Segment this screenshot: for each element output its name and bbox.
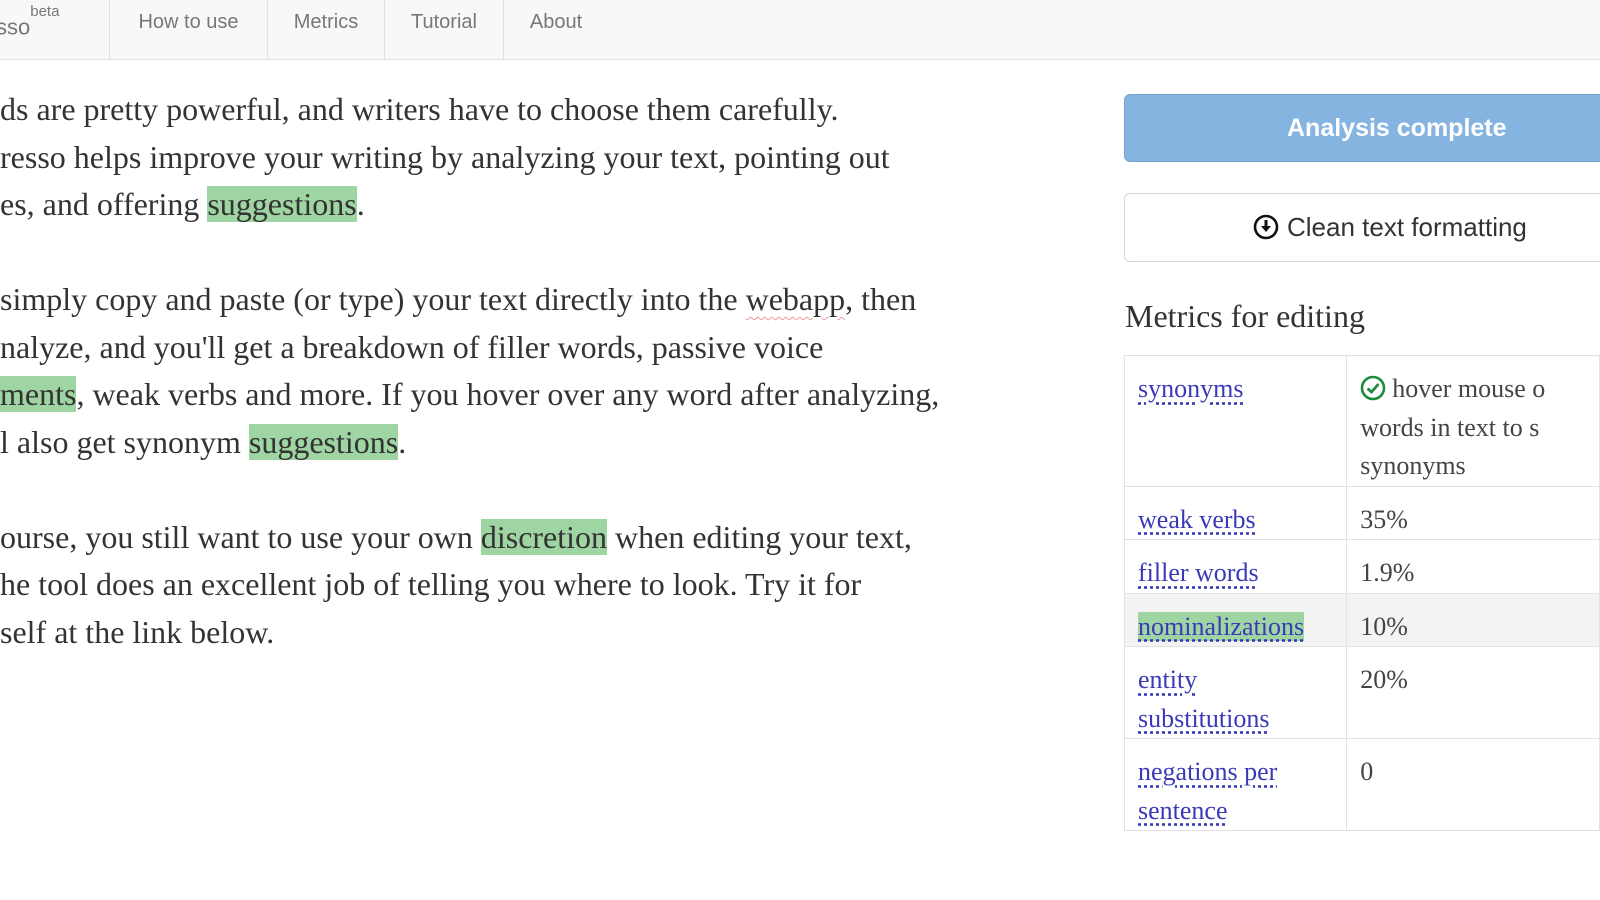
metrics-heading: Metrics for editing: [1125, 298, 1365, 334]
text-segment: when editing your text,: [607, 518, 912, 555]
metric-value: 1.9%: [1360, 558, 1415, 587]
editor-line: ds are pretty powerful, and writers have…: [0, 86, 1090, 134]
text-segment: , weak verbs and more. If you hover over…: [76, 376, 940, 412]
misspelled-word[interactable]: webapp: [746, 281, 846, 317]
check-circle-icon: [1360, 375, 1386, 401]
text-segment: ds are pretty powerful, and writers have…: [0, 91, 839, 127]
metric-link[interactable]: synonyms: [1138, 374, 1243, 403]
text-segment: simply copy and paste (or type) your tex…: [0, 281, 746, 317]
metric-row: nominalizations 10%: [1123, 592, 1600, 647]
text-segment: he tool does an excellent job of telling…: [0, 566, 862, 602]
brand-logo[interactable]: ssobeta: [0, 0, 110, 60]
editor-paragraph: simply copy and paste (or type) your tex…: [0, 276, 1090, 466]
nav-about[interactable]: About: [504, 0, 608, 60]
text-segment: l also get synonym: [0, 423, 249, 460]
metric-value-cell: 20%: [1346, 646, 1600, 739]
editor-line: nalyze, and you'll get a breakdown of fi…: [0, 324, 1090, 372]
editor-line: es, and offering suggestions.: [0, 181, 1090, 229]
analysis-complete-button[interactable]: Analysis complete: [1124, 94, 1600, 162]
editor-line: ments, weak verbs and more. If you hover…: [0, 371, 1090, 419]
text-segment: es, and offering: [0, 186, 208, 222]
top-navbar: ssobeta How to use Metrics Tutorial Abou…: [0, 0, 1600, 60]
metric-name-cell: synonyms: [1123, 355, 1348, 487]
metric-name-cell: filler words: [1123, 539, 1348, 594]
metric-value-cell: 1.9%: [1346, 539, 1600, 594]
metric-link[interactable]: nominalizations: [1138, 611, 1305, 641]
editor-line: simply copy and paste (or type) your tex…: [0, 276, 1090, 324]
metric-value: 10%: [1360, 611, 1408, 641]
metric-row: filler words 1.9%: [1123, 539, 1600, 594]
nav-how-to-use[interactable]: How to use: [110, 0, 268, 60]
highlighted-word[interactable]: suggestions: [207, 186, 357, 222]
metric-row: negations per sentence 0: [1123, 738, 1600, 831]
editor-line: l also get synonym suggestions.: [0, 419, 1090, 467]
highlighted-word[interactable]: ments: [0, 376, 77, 412]
metric-link[interactable]: entity substitutions: [1138, 665, 1269, 733]
text-segment: resso helps improve your writing by anal…: [0, 138, 890, 175]
metric-row: entity substitutions 20%: [1123, 646, 1600, 739]
text-segment: .: [398, 423, 407, 460]
brand-beta-badge: beta: [30, 3, 60, 20]
metric-link[interactable]: weak verbs: [1138, 505, 1256, 534]
metric-name-cell: negations per sentence: [1123, 738, 1348, 831]
metric-name-cell: nominalizations: [1123, 592, 1348, 647]
clean-text-formatting-button[interactable]: Clean text formatting: [1124, 193, 1600, 262]
highlighted-word[interactable]: suggestions: [248, 423, 399, 460]
text-segment: nalyze, and you'll get a breakdown of fi…: [0, 328, 824, 365]
nav-tutorial[interactable]: Tutorial: [385, 0, 504, 60]
metric-value-cell: hover mouse o words in text to s synonym…: [1346, 355, 1600, 487]
text-segment: ourse, you still want to use your own: [0, 518, 481, 555]
editor-line: self at the link below.: [0, 609, 1090, 657]
text-editor[interactable]: ds are pretty powerful, and writers have…: [0, 86, 1090, 704]
metric-value-cell: 0: [1346, 738, 1600, 831]
metric-value-cell: 10%: [1346, 592, 1600, 647]
text-segment: .: [356, 186, 365, 222]
brand-name: sso: [0, 14, 31, 40]
metric-value: 35%: [1360, 504, 1408, 534]
metric-link[interactable]: negations per sentence: [1138, 757, 1277, 825]
highlighted-word[interactable]: discretion: [480, 518, 608, 555]
metric-name-cell: entity substitutions: [1123, 646, 1348, 739]
clean-button-label: Clean text formatting: [1287, 212, 1527, 242]
metric-value-cell: 35%: [1346, 485, 1600, 540]
text-segment: , then: [845, 281, 917, 317]
metric-value: 0: [1360, 757, 1374, 786]
text-segment: self at the link below.: [0, 613, 275, 650]
editor-line: he tool does an excellent job of telling…: [0, 561, 1090, 609]
editor-paragraph: ds are pretty powerful, and writers have…: [0, 86, 1090, 229]
metric-link[interactable]: filler words: [1138, 558, 1259, 587]
metric-row: weak verbs 35%: [1123, 485, 1600, 540]
editor-line: resso helps improve your writing by anal…: [0, 134, 1090, 182]
metric-value: 20%: [1360, 665, 1408, 694]
metric-row: synonyms hover mouse o words in text to s…: [1123, 355, 1600, 487]
download-circle-icon: [1253, 214, 1279, 240]
metric-value: hover mouse o words in text to s synonym…: [1360, 374, 1546, 480]
editor-line: ourse, you still want to use your own di…: [0, 514, 1090, 562]
editor-paragraph: ourse, you still want to use your own di…: [0, 514, 1090, 657]
metric-name-cell: weak verbs: [1123, 485, 1348, 540]
nav-metrics[interactable]: Metrics: [268, 0, 385, 60]
metrics-table: synonyms hover mouse o words in text to s…: [1123, 355, 1600, 831]
